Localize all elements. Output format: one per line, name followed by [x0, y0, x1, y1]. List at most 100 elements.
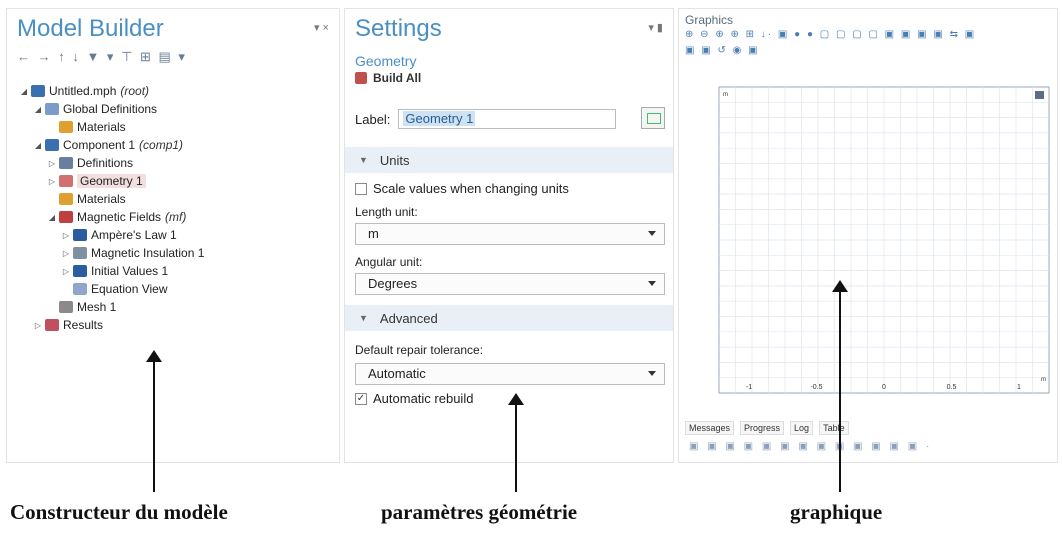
expander-icon[interactable]: ◢ [33, 141, 43, 150]
tree-item-label: Magnetic Insulation 1 [91, 246, 205, 260]
arrow-model-builder [146, 350, 162, 492]
tab-messages[interactable]: Messages [685, 421, 735, 435]
tree-item[interactable]: ▷ Definitions [47, 155, 133, 171]
tree-item-suffix: (mf) [165, 210, 187, 224]
expander-icon[interactable]: ◢ [19, 87, 29, 96]
tree-item[interactable]: ▷ Results [33, 317, 103, 333]
expander-icon[interactable]: ◢ [33, 105, 43, 114]
tree-item-label: Equation View [91, 282, 168, 296]
node-icon [73, 247, 87, 259]
tree-item-suffix: (root) [120, 84, 150, 98]
node-icon [45, 103, 59, 115]
build-all-label: Build All [373, 71, 422, 85]
scale-values-checkbox[interactable]: Scale values when changing units [355, 181, 569, 196]
label-row: Label: Geometry 1 [355, 109, 617, 129]
arrow-settings [508, 393, 524, 492]
log-toolbar[interactable]: ▣ ▣ ▣ ▣ ▣ ▣ ▣ ▣ ▣ ▣ ▣ ▣ ▣ · [689, 441, 932, 452]
model-builder-toolbar[interactable]: ← → ↑ ↓ ▼ ▾ ⊤ ⊞ ▤ ▾ [17, 49, 187, 65]
node-icon [59, 301, 73, 313]
chevron-down-icon [648, 231, 656, 236]
checkbox-icon: ✓ [355, 392, 367, 405]
settings-title: Settings [355, 15, 442, 42]
node-icon [73, 229, 87, 241]
expander-icon[interactable]: ▷ [47, 159, 57, 168]
tree-item-label: Results [63, 318, 104, 332]
tree-item-label: Magnetic Fields [77, 210, 162, 224]
angular-unit-value: Degrees [368, 276, 418, 291]
tree-item[interactable]: Materials [47, 191, 126, 207]
tab-table[interactable]: Table [819, 421, 849, 435]
tree-item[interactable]: Materials [47, 119, 126, 135]
tree-item[interactable]: ▷ Initial Values 1 [61, 263, 168, 279]
node-icon [73, 283, 87, 295]
collapse-icon: ▼ [359, 313, 368, 323]
node-icon [59, 157, 73, 169]
graphics-toolbar-row2[interactable]: ▣ ▣ ↺ ◉ ▣ [685, 45, 760, 56]
settings-subtitle: Geometry [355, 53, 417, 69]
tree-item-label: Initial Values 1 [91, 264, 169, 278]
graphics-title: Graphics [685, 13, 734, 27]
expander-icon[interactable]: ▷ [33, 321, 43, 330]
units-section-header[interactable]: ▼ Units [345, 147, 673, 173]
repair-tolerance-select[interactable]: Automatic [355, 363, 665, 385]
node-icon [45, 319, 59, 331]
graphics-toolbar-row1[interactable]: ⊕ ⊖ ⊕ ⊕ ⊞ ↓· ▣ ● ● ▢ ▢ ▢ ▢ ▣ ▣ ▣ ▣ ⇆ ▣ [685, 29, 976, 40]
edit-label-icon[interactable] [641, 107, 665, 129]
automatic-rebuild-checkbox[interactable]: ✓ Automatic rebuild [355, 391, 473, 406]
graphics-panel: Graphics ⊕ ⊖ ⊕ ⊕ ⊞ ↓· ▣ ● ● ▢ ▢ ▢ ▢ ▣ ▣ … [678, 8, 1058, 463]
expander-icon[interactable]: ▷ [61, 231, 71, 240]
tree-item[interactable]: ◢ Component 1 (comp1) [33, 137, 183, 153]
length-unit-value: m [368, 226, 379, 241]
node-icon [31, 85, 45, 97]
node-icon [59, 175, 73, 187]
length-unit-label: Length unit: [355, 205, 418, 219]
advanced-section-header[interactable]: ▼ Advanced [345, 305, 673, 331]
chevron-down-icon [648, 281, 656, 286]
expander-icon[interactable]: ▷ [47, 177, 57, 186]
pin-icon[interactable]: ▾ × [314, 21, 329, 34]
angular-unit-select[interactable]: Degrees [355, 273, 665, 295]
tree-item-label: Global Definitions [63, 102, 158, 116]
x-tick-label: -1 [746, 384, 752, 391]
graphics-canvas[interactable]: 10.80.60.40.20-0.2-0.4-0.6-0.8-1-1-0.500… [715, 81, 1055, 401]
x-tick-label: 1 [1017, 384, 1021, 391]
tree-item[interactable]: ▷ Ampère's Law 1 [61, 227, 177, 243]
tree-item-label: Geometry 1 [77, 174, 146, 188]
label-value: Geometry 1 [403, 111, 476, 126]
tree-item[interactable]: ◢ Magnetic Fields (mf) [47, 209, 186, 225]
view-icon[interactable] [1035, 91, 1044, 99]
expander-icon[interactable]: ▷ [61, 249, 71, 258]
scale-values-label: Scale values when changing units [373, 181, 569, 196]
repair-tolerance-value: Automatic [368, 366, 426, 381]
tree-item[interactable]: Equation View [61, 281, 168, 297]
node-icon [59, 121, 73, 133]
expander-icon[interactable]: ◢ [47, 213, 57, 222]
model-builder-title: Model Builder [17, 15, 164, 42]
angular-unit-label: Angular unit: [355, 255, 423, 269]
tree-item[interactable]: ◢ Global Definitions [33, 101, 157, 117]
label-input[interactable]: Geometry 1 [398, 109, 617, 129]
node-icon [59, 211, 73, 223]
node-icon [59, 193, 73, 205]
pin-icon[interactable]: ▾ ▮ [648, 21, 663, 34]
tree-item-label: Mesh 1 [77, 300, 117, 314]
x-tick-label: 0.5 [947, 384, 957, 391]
build-all-button[interactable]: Build All [355, 71, 421, 85]
node-icon [73, 265, 87, 277]
tree-item[interactable]: ◢ Untitled.mph (root) [19, 83, 149, 99]
tree-item-label: Definitions [77, 156, 134, 170]
tree-item[interactable]: ▷ Magnetic Insulation 1 [61, 245, 204, 261]
tab-progress[interactable]: Progress [740, 421, 785, 435]
arrow-graphics [832, 280, 848, 492]
caption-settings: paramètres géométrie [381, 500, 578, 524]
tab-log[interactable]: Log [790, 421, 814, 435]
length-unit-select[interactable]: m [355, 223, 665, 245]
chevron-down-icon [648, 371, 656, 376]
tree-item[interactable]: ▷ Geometry 1 [47, 173, 146, 189]
x-unit-label: m [1041, 377, 1046, 383]
tree-item-label: Materials [77, 192, 126, 206]
expander-icon[interactable]: ▷ [61, 267, 71, 276]
tree-item[interactable]: Mesh 1 [47, 299, 116, 315]
collapse-icon: ▼ [359, 155, 368, 165]
tree-item-label: Component 1 [63, 138, 136, 152]
